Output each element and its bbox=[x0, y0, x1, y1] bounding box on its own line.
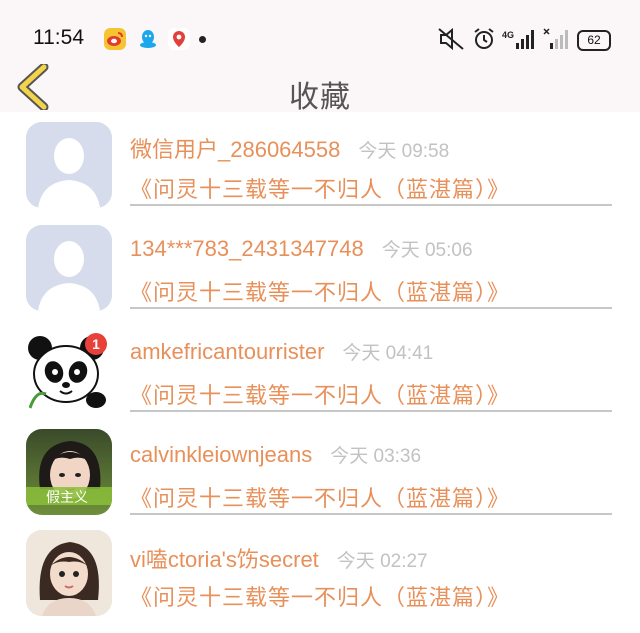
book-title[interactable]: 《问灵十三载等一不归人（蓝湛篇）》 bbox=[130, 378, 510, 410]
list-item[interactable]: 1 amkefricantourrister 今天 04:41 《问灵十三载等一不… bbox=[0, 318, 640, 421]
alarm-icon bbox=[474, 28, 494, 49]
avatar[interactable] bbox=[26, 530, 112, 616]
notification-badge: 1 bbox=[92, 336, 100, 352]
book-title[interactable]: 《问灵十三载等一不归人（蓝湛篇）》 bbox=[130, 275, 510, 307]
book-title[interactable]: 《问灵十三载等一不归人（蓝湛篇）》 bbox=[130, 172, 510, 204]
status-time: 11:54 bbox=[33, 26, 84, 49]
username: 微信用户_286064558 bbox=[130, 137, 341, 162]
divider bbox=[130, 410, 612, 412]
location-app-icon bbox=[168, 28, 190, 50]
default-avatar-icon bbox=[26, 122, 112, 208]
timestamp: 今天 09:58 bbox=[358, 141, 450, 162]
avatar[interactable] bbox=[26, 122, 112, 208]
avatar[interactable] bbox=[26, 225, 112, 311]
timestamp: 今天 04:41 bbox=[342, 343, 434, 364]
list-item[interactable]: 微信用户_286064558 今天 09:58 《问灵十三载等一不归人（蓝湛篇）》 bbox=[0, 112, 640, 215]
divider bbox=[130, 307, 612, 309]
timestamp: 今天 03:36 bbox=[330, 446, 422, 467]
qq-icon bbox=[140, 30, 156, 48]
divider bbox=[130, 513, 612, 515]
status-bar: 11:54 4G 62 bbox=[0, 0, 640, 60]
timestamp: 今天 02:27 bbox=[336, 551, 428, 572]
username: calvinkleiownjeans bbox=[130, 442, 313, 467]
weibo-icon bbox=[104, 28, 126, 50]
book-title[interactable]: 《问灵十三载等一不归人（蓝湛篇）》 bbox=[130, 580, 510, 612]
avatar[interactable]: 假主义 bbox=[26, 429, 112, 515]
list-item[interactable]: vi嗑ctoria's饬secret 今天 02:27 《问灵十三载等一不归人（蓝… bbox=[0, 524, 640, 627]
timestamp: 今天 05:06 bbox=[381, 240, 473, 261]
username: vi嗑ctoria's饬secret bbox=[130, 547, 319, 572]
avatar-caption: 假主义 bbox=[46, 490, 88, 506]
signal-4g-icon: 4G bbox=[502, 30, 534, 49]
notification-dot-icon bbox=[199, 36, 206, 43]
avatar[interactable]: 1 bbox=[26, 328, 112, 414]
book-title[interactable]: 《问灵十三载等一不归人（蓝湛篇）》 bbox=[130, 481, 510, 513]
list-item[interactable]: 假主义 calvinkleiownjeans 今天 03:36 《问灵十三载等一不… bbox=[0, 421, 640, 524]
girl-photo-avatar-icon: 假主义 bbox=[26, 429, 112, 515]
favorites-list: 微信用户_286064558 今天 09:58 《问灵十三载等一不归人（蓝湛篇）》… bbox=[0, 112, 640, 633]
mute-icon bbox=[438, 27, 464, 51]
signal-weak-icon bbox=[543, 28, 568, 49]
battery-indicator: 62 bbox=[577, 30, 611, 51]
svg-text:4G: 4G bbox=[502, 30, 514, 40]
list-item[interactable]: 134***783_2431347748 今天 05:06 《问灵十三载等一不归人… bbox=[0, 215, 640, 318]
username: amkefricantourrister bbox=[130, 339, 325, 364]
page-title: 收藏 bbox=[289, 80, 351, 115]
username: 134***783_2431347748 bbox=[130, 236, 364, 261]
child-photo-avatar-icon bbox=[26, 530, 112, 616]
divider bbox=[130, 204, 612, 206]
panda-avatar-icon: 1 bbox=[26, 328, 112, 414]
default-avatar-icon bbox=[26, 225, 112, 311]
